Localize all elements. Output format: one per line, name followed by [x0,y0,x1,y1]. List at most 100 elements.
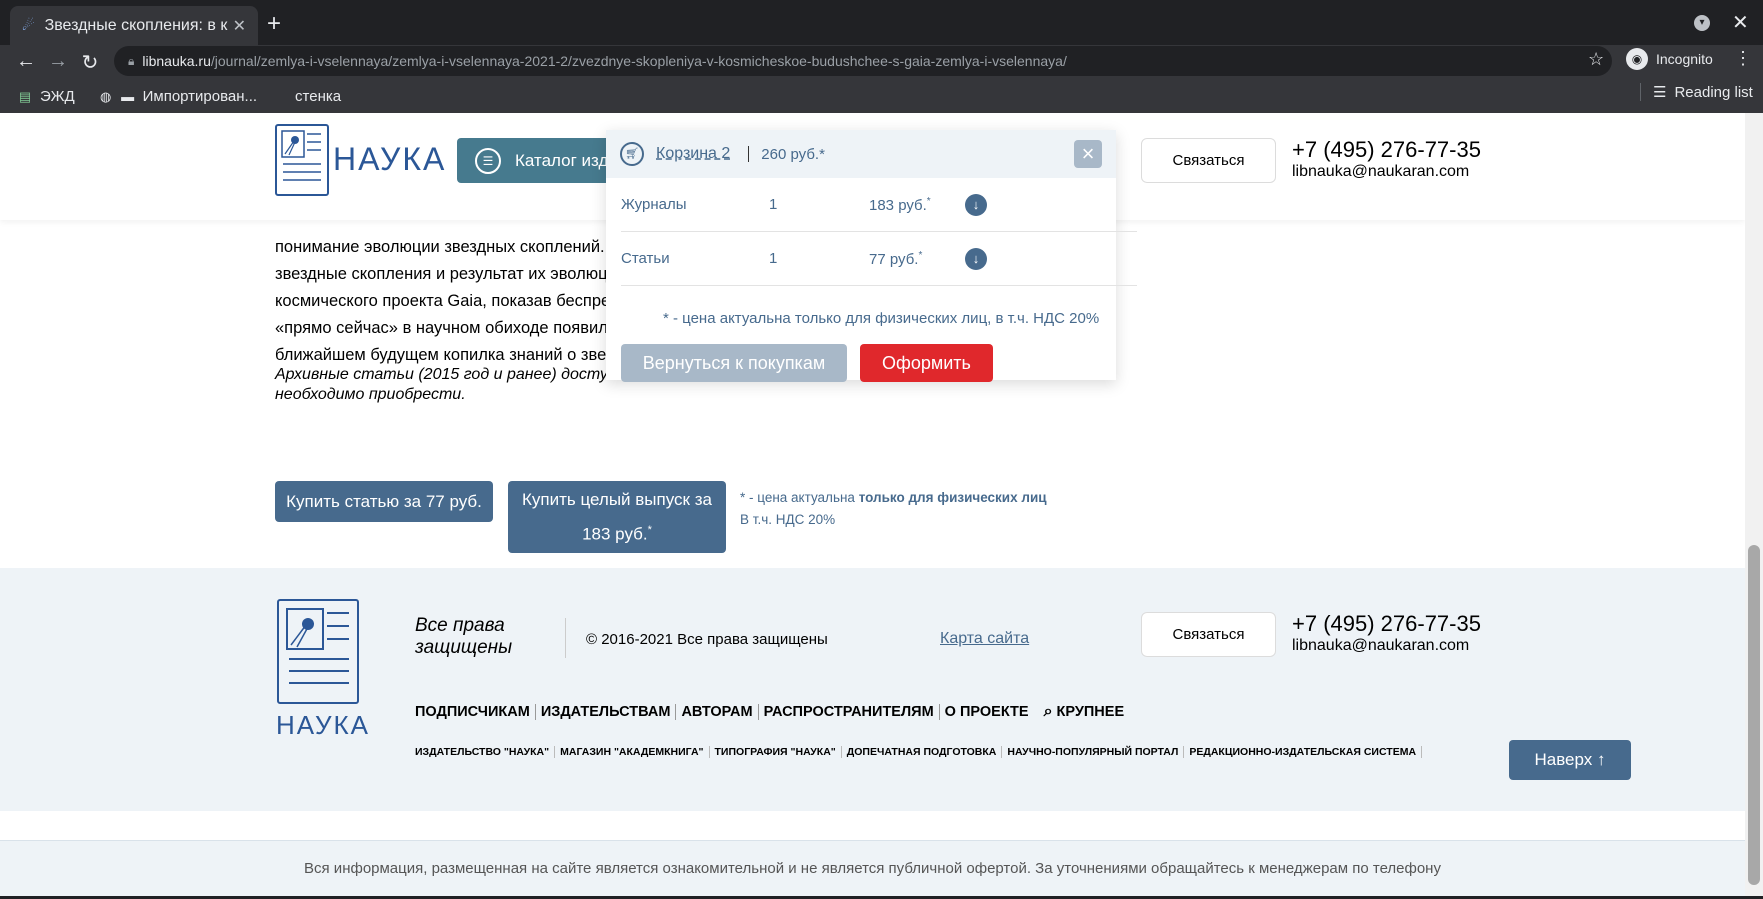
cart-popup: 🛒︎ Корзина 2 260 руб.* × Журналы 1 183 р… [606,130,1137,382]
footer-rights: Все права защищены [415,615,512,659]
price-note-bold: только для физических лиц [858,490,1047,505]
footer-logo-wordmark[interactable]: НАУКА [276,710,370,741]
price-note-text: * - цена актуальна [740,490,859,505]
bookmark-imported[interactable]: ◍ ▬ Импортирован... [99,88,257,105]
tab-title: Звездные скопления: в к [44,16,228,34]
footer-menu-publishers[interactable]: ИЗДАТЕЛЬСТВАМ [536,704,677,720]
checkout-button[interactable]: Оформить [860,344,993,382]
incognito-icon: ◉ [1626,48,1648,70]
cart-row-name: Журналы [621,196,687,213]
footer-logo-icon[interactable] [277,599,359,704]
back-to-shopping-button[interactable]: Вернуться к покупкам [621,344,847,382]
address-bar[interactable]: 🔒︎ libnauka.ru/journal/zemlya-i-vselenna… [114,46,1612,76]
cart-close-button[interactable]: × [1074,140,1102,168]
footer-sub-link[interactable]: МАГАЗИН "АКАДЕМКНИГА" [555,746,710,758]
disclaimer-text: Вся информация, размещенная на сайте явл… [304,860,1441,877]
cart-row-name: Статьи [621,250,670,267]
cart-row-articles: Статьи 1 77 руб.* ↓ [621,232,1137,286]
logo-wordmark[interactable]: НАУКА [333,141,446,178]
sitemap-link[interactable]: Карта сайта [940,630,1029,648]
footer-sub-link[interactable]: РЕДАКЦИОННО-ИЗДАТЕЛЬСКАЯ СИСТЕМА [1184,746,1423,758]
footer-email[interactable]: libnauka@naukaran.com [1292,637,1469,655]
footer-submenu: ИЗДАТЕЛЬСТВО "НАУКА" МАГАЗИН "АКАДЕМКНИГ… [415,746,1423,758]
bookmark-label: стенка [295,88,342,105]
reading-list-label: Reading list [1674,83,1753,101]
footer-sub-link[interactable]: ДОПЕЧАТНАЯ ПОДГОТОВКА [842,746,1003,758]
new-tab-button[interactable]: + [262,10,286,38]
bookmark-stenka[interactable]: стенка [295,88,341,105]
window-close-button[interactable]: ✕ [1732,10,1749,35]
cart-row-qty: 1 [769,250,778,267]
header-email[interactable]: libnauka@naukaran.com [1292,163,1469,181]
footer-menu-distributors[interactable]: РАСПРОСТРАНИТЕЛЯМ [759,704,940,720]
archive-line: необходимо приобрести. [275,386,466,403]
reading-list-button[interactable]: ☰ Reading list [1640,83,1753,101]
cart-header-divider [748,146,750,162]
browser-menu-icon[interactable]: ⋮ [1734,48,1752,69]
incognito-indicator[interactable]: ◉ Incognito [1626,48,1713,70]
header-phone[interactable]: +7 (495) 276-77-35 [1292,137,1481,163]
price-asterisk: * [926,195,931,207]
scroll-to-top-button[interactable]: Наверх ↑ [1509,740,1631,780]
tab-close-icon[interactable]: ✕ [233,16,246,36]
magnifier-icon: ⌕ [1043,703,1053,720]
incognito-label: Incognito [1656,51,1713,67]
footer-contact-button[interactable]: Связаться [1141,612,1276,657]
back-arrow-icon[interactable]: ← [14,50,38,73]
url-text: libnauka.ru/journal/zemlya-i-vselennaya/… [142,53,1067,69]
cart-row-journals: Журналы 1 183 руб.* ↓ [621,178,1137,232]
bookmark-label: Импортирован... [142,88,258,105]
price-asterisk: * [918,249,923,261]
tab-search-icon[interactable]: ▾ [1694,15,1710,31]
buy-issue-line: Купить целый выпуск за [522,489,712,509]
bookmark-ezhd[interactable]: ▤ ЭЖД [18,88,75,105]
reload-icon[interactable]: ↻ [78,50,102,75]
bookmarks-bar: ▤ ЭЖД ◍ ▬ Импортирован... стенка [0,80,1763,113]
bookmark-label: ЭЖД [40,88,75,105]
footer-phone[interactable]: +7 (495) 276-77-35 [1292,611,1481,637]
globe-icon: ◍ [99,88,112,104]
cart-total: 260 руб.* [761,145,825,163]
cart-link[interactable]: Корзина 2 [656,145,730,163]
favicon-icon: ☄ [22,17,35,33]
site-footer [0,568,1745,811]
reading-list-icon: ☰ [1653,84,1667,101]
copyright-text: © 2016-2021 Все права защищены [586,631,828,648]
footer-sub-link[interactable]: ТИПОГРАФИЯ "НАУКА" [710,746,842,758]
page-viewport: понимание эволюции звездных скоплений. М… [0,113,1745,896]
rights-line: защищены [415,637,513,658]
expand-down-icon[interactable]: ↓ [965,247,987,270]
rights-line: Все права [415,615,505,636]
buy-article-button[interactable]: Купить статью за 77 руб. [275,481,493,522]
price-note: * - цена актуальна только для физических… [740,487,1047,531]
cart-icon: 🛒︎ [620,142,644,166]
document-icon: ▤ [18,88,32,104]
price-asterisk: * [647,523,652,536]
cart-row-qty: 1 [769,196,778,213]
buy-issue-button[interactable]: Купить целый выпуск за 183 руб.* [508,481,726,553]
list-icon: ☰ [475,147,501,174]
cart-header: 🛒︎ Корзина 2 260 руб.* [606,130,1116,178]
footer-menu-about[interactable]: О ПРОЕКТЕ [940,704,1034,720]
footer-sub-link[interactable]: НАУЧНО-ПОПУЛЯРНЫЙ ПОРТАЛ [1002,746,1185,758]
catalog-label: Каталог изда [515,150,618,170]
price-note-vat: В т.ч. НДС 20% [740,512,836,527]
footer-menu-subscribers[interactable]: ПОДПИСЧИКАМ [415,704,536,720]
cart-row-price: 77 руб. [869,250,919,268]
footer-menu-authors[interactable]: АВТОРАМ [676,704,759,720]
bigger-font-button[interactable]: ⌕ КРУПНЕЕ [1034,703,1125,721]
lock-icon: 🔒︎ [128,53,135,68]
forward-arrow-icon[interactable]: → [46,50,70,73]
expand-down-icon[interactable]: ↓ [965,193,987,216]
browser-tab[interactable]: ☄ Звездные скопления: в к ✕ [10,6,258,45]
nauka-logo-icon[interactable] [275,124,329,196]
bookmark-star-icon[interactable]: ☆ [1588,49,1604,70]
cart-row-price: 183 руб. [869,196,927,214]
footer-sub-link[interactable]: ИЗДАТЕЛЬСТВО "НАУКА" [415,746,556,758]
buy-issue-price: 183 руб. [582,524,648,544]
folder-icon: ▬ [121,88,135,104]
footer-divider [565,618,566,658]
bigger-font-label: КРУПНЕЕ [1056,704,1125,720]
contact-button[interactable]: Связаться [1141,138,1276,183]
scrollbar-thumb[interactable] [1748,545,1760,885]
